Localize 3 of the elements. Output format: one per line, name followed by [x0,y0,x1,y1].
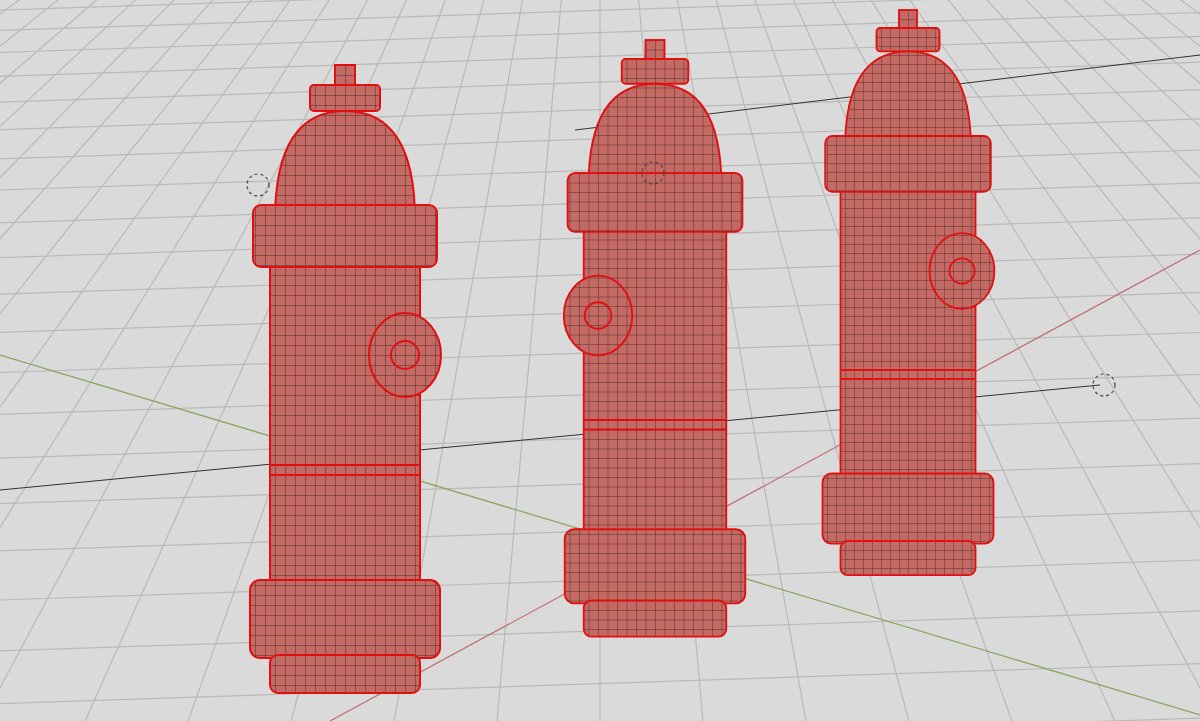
empty-marker-icon [641,161,665,185]
empty-marker-icon [1092,373,1116,397]
empty-marker-icon [246,173,270,197]
